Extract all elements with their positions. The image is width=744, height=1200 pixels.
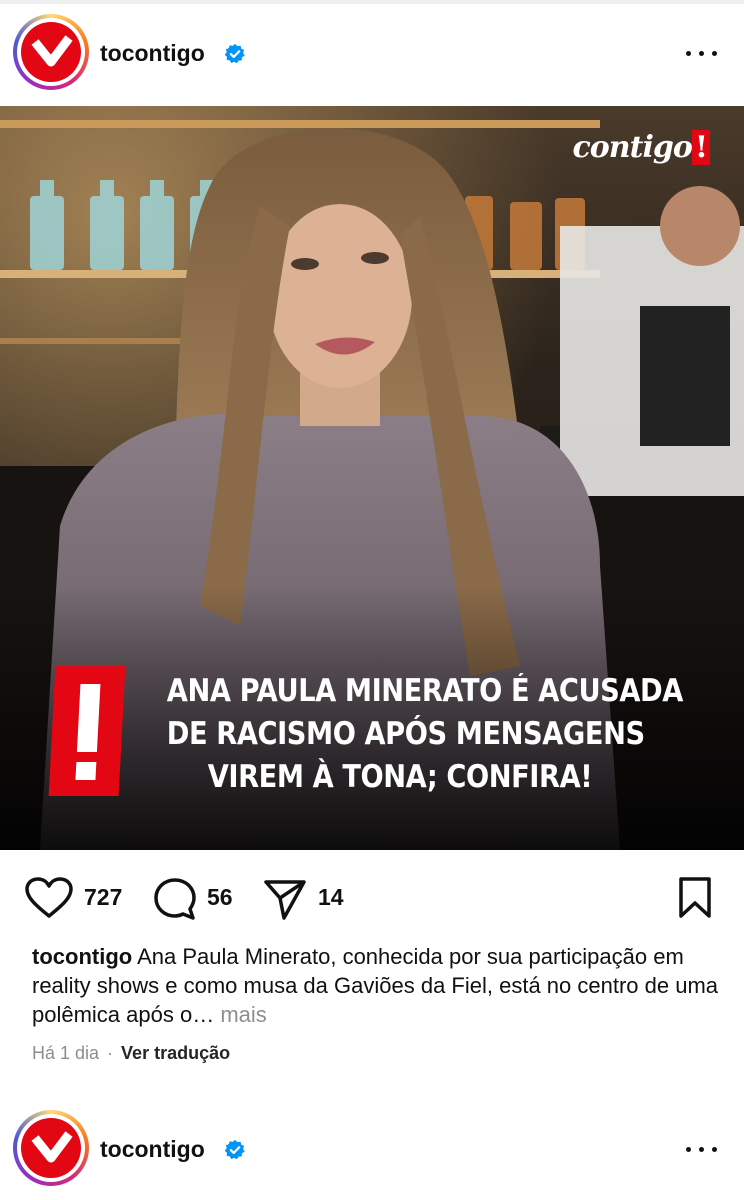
actions-row: 727 56 14 xyxy=(0,870,744,930)
caption-more-link[interactable]: mais xyxy=(220,1002,266,1027)
post-meta: Há 1 dia · Ver tradução xyxy=(32,1043,230,1064)
more-options-icon[interactable] xyxy=(682,1136,722,1162)
caption-text: Ana Paula Minerato, conhecida por sua pa… xyxy=(32,944,719,1027)
contigo-logo-icon xyxy=(21,22,81,82)
caption-username[interactable]: tocontigo xyxy=(32,944,132,969)
username[interactable]: tocontigo xyxy=(100,1136,205,1163)
username[interactable]: tocontigo xyxy=(100,40,205,67)
next-post-header: tocontigo xyxy=(0,1096,744,1186)
comment-icon[interactable] xyxy=(152,876,198,922)
image-headline: ANA PAULA MINERATO É ACUSADA DE RACISMO … xyxy=(166,673,684,795)
post-time: Há 1 dia xyxy=(32,1043,100,1063)
likes-count[interactable]: 727 xyxy=(84,884,122,911)
heart-icon[interactable] xyxy=(24,876,74,920)
shares-count[interactable]: 14 xyxy=(318,884,344,911)
avatar[interactable] xyxy=(13,1110,89,1186)
verified-badge-icon xyxy=(224,43,245,64)
translate-link[interactable]: Ver tradução xyxy=(121,1043,230,1063)
share-icon[interactable] xyxy=(262,876,308,922)
comments-count[interactable]: 56 xyxy=(207,884,233,911)
bookmark-icon[interactable] xyxy=(677,876,713,920)
post-header: tocontigo xyxy=(0,0,744,90)
alert-mark-icon xyxy=(48,666,126,796)
post-caption: tocontigo Ana Paula Minerato, conhecida … xyxy=(32,942,722,1029)
avatar[interactable] xyxy=(13,14,89,90)
brand-logo: contigo! xyxy=(573,130,710,165)
more-options-icon[interactable] xyxy=(682,40,722,66)
contigo-logo-icon xyxy=(21,1118,81,1178)
meta-separator: · xyxy=(107,1043,114,1063)
verified-badge-icon xyxy=(224,1139,245,1160)
